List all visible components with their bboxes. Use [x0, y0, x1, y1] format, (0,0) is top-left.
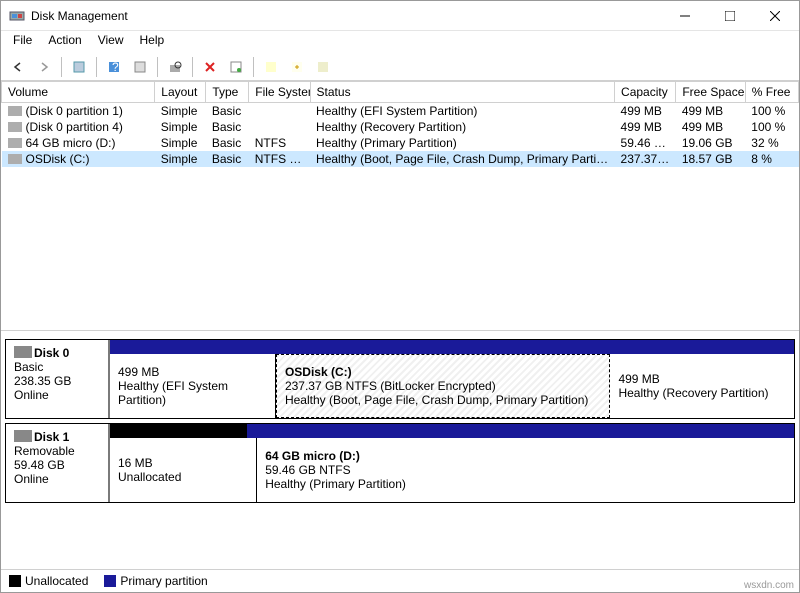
column-header[interactable]: Type [206, 82, 249, 103]
svg-text:?: ? [112, 60, 119, 74]
show-hide-button[interactable] [68, 56, 90, 78]
volume-row[interactable]: OSDisk (C:)SimpleBasicNTFS (BitLo...Heal… [2, 151, 799, 167]
column-headers[interactable]: VolumeLayoutTypeFile SystemStatusCapacit… [2, 82, 799, 103]
volume-row[interactable]: (Disk 0 partition 4)SimpleBasicHealthy (… [2, 119, 799, 135]
partition[interactable]: OSDisk (C:)237.37 GB NTFS (BitLocker Enc… [276, 354, 611, 418]
menu-action[interactable]: Action [40, 31, 89, 53]
minimize-button[interactable] [662, 1, 707, 30]
partition[interactable]: 16 MBUnallocated [110, 438, 257, 502]
disk-row: Disk 0Basic238.35 GBOnline499 MBHealthy … [5, 339, 795, 419]
legend-primary: Primary partition [104, 574, 207, 588]
partition[interactable]: 64 GB micro (D:)59.46 GB NTFSHealthy (Pr… [257, 438, 794, 502]
back-button[interactable] [7, 56, 29, 78]
column-header[interactable]: Layout [155, 82, 206, 103]
app-icon [9, 8, 25, 24]
column-header[interactable]: Free Space [676, 82, 745, 103]
help-icon[interactable]: ? [103, 56, 125, 78]
window-title: Disk Management [31, 9, 662, 23]
titlebar[interactable]: Disk Management [1, 1, 799, 31]
toolbar: ? [1, 53, 799, 81]
close-button[interactable] [752, 1, 797, 30]
menu-view[interactable]: View [90, 31, 132, 53]
partition[interactable]: 499 MBHealthy (EFI System Partition) [110, 354, 276, 418]
menu-help[interactable]: Help [132, 31, 173, 53]
content-area: VolumeLayoutTypeFile SystemStatusCapacit… [1, 81, 799, 592]
refresh-button[interactable] [164, 56, 186, 78]
disk-header[interactable]: Disk 0Basic238.35 GBOnline [6, 340, 110, 418]
toolbar-button-2[interactable] [286, 56, 308, 78]
disk-header[interactable]: Disk 1Removable59.48 GBOnline [6, 424, 110, 502]
graphical-view[interactable]: Disk 0Basic238.35 GBOnline499 MBHealthy … [1, 331, 799, 569]
column-header[interactable]: Status [310, 82, 614, 103]
disk-row: Disk 1Removable59.48 GBOnline16 MBUnallo… [5, 423, 795, 503]
forward-button[interactable] [33, 56, 55, 78]
volume-row[interactable]: 64 GB micro (D:)SimpleBasicNTFSHealthy (… [2, 135, 799, 151]
column-header[interactable]: % Free [745, 82, 798, 103]
properties-button[interactable] [225, 56, 247, 78]
legend-unallocated: Unallocated [9, 574, 88, 588]
delete-button[interactable] [199, 56, 221, 78]
menu-file[interactable]: File [5, 31, 40, 53]
toolbar-button-3[interactable] [312, 56, 334, 78]
volume-row[interactable]: (Disk 0 partition 1)SimpleBasicHealthy (… [2, 103, 799, 120]
column-header[interactable]: File System [249, 82, 310, 103]
column-header[interactable]: Volume [2, 82, 155, 103]
partition[interactable]: 499 MBHealthy (Recovery Partition) [610, 354, 794, 418]
maximize-button[interactable] [707, 1, 752, 30]
settings-button[interactable] [129, 56, 151, 78]
toolbar-button-1[interactable] [260, 56, 282, 78]
watermark: wsxdn.com [744, 580, 794, 591]
menubar: File Action View Help [1, 31, 799, 53]
disk-management-window: Disk Management File Action View Help ? [0, 0, 800, 593]
legend: Unallocated Primary partition [1, 569, 799, 592]
column-header[interactable]: Capacity [615, 82, 676, 103]
volume-list[interactable]: VolumeLayoutTypeFile SystemStatusCapacit… [1, 81, 799, 331]
